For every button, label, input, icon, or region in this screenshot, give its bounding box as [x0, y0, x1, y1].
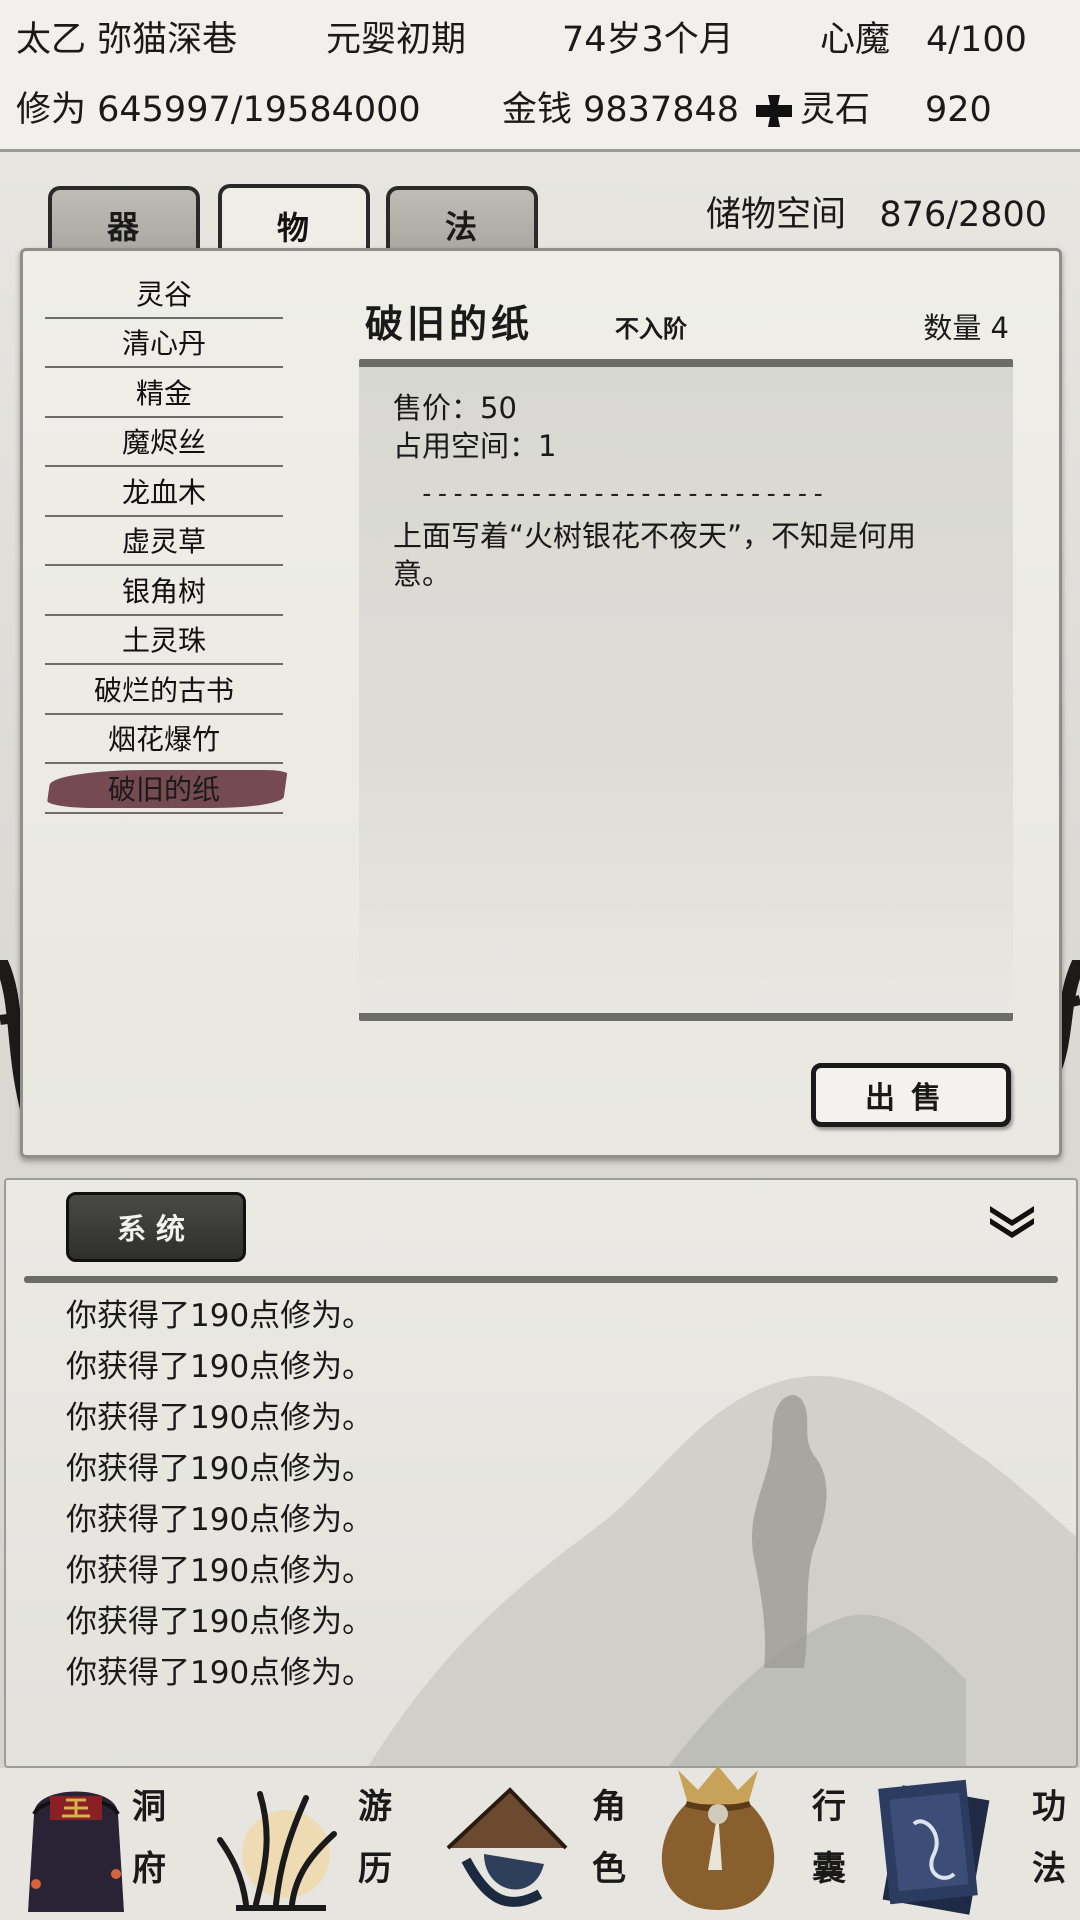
list-item[interactable]: 土灵珠	[45, 616, 283, 665]
log-tab-label: 系统	[116, 1212, 195, 1246]
log-divider	[24, 1276, 1058, 1283]
nav-label: 行	[812, 1787, 846, 1827]
item-name: 破旧的纸	[365, 301, 534, 346]
item-label: 烟花爆竹	[107, 723, 220, 757]
list-item-selected[interactable]: 破旧的纸	[45, 764, 283, 814]
list-item[interactable]: 魔烬丝	[45, 418, 283, 467]
money-text: 金钱 9837848	[502, 90, 740, 130]
list-item[interactable]: 破烂的古书	[45, 665, 283, 715]
spirit-stone-icon	[756, 95, 792, 127]
nav-label: 囊	[812, 1849, 846, 1889]
item-list: 灵谷 清心丹 精金 魔烬丝 龙血木 虚灵草 银角树 土灵珠 破烂的古书 烟花爆竹…	[45, 269, 283, 814]
list-item[interactable]: 清心丹	[45, 319, 283, 368]
character-icon	[446, 1787, 568, 1907]
list-item[interactable]: 银角树	[45, 566, 283, 616]
nav-label: 游	[358, 1787, 392, 1827]
demon-label: 心魔	[820, 20, 891, 60]
collapse-icon[interactable]	[988, 1202, 1036, 1240]
item-quantity: 数量 4	[923, 311, 1009, 345]
item-label: 灵谷	[135, 277, 192, 311]
item-price: 售价：50	[393, 391, 517, 425]
item-label: 虚灵草	[121, 525, 206, 559]
separator-line: --------------------------	[419, 479, 826, 509]
inventory-panel: 灵谷 清心丹 精金 魔烬丝 龙血木 虚灵草 银角树 土灵珠 破烂的古书 烟花爆竹…	[20, 248, 1062, 1158]
log-message: 你获得了190点修为。	[66, 1349, 374, 1385]
list-item[interactable]: 虚灵草	[45, 517, 283, 566]
mountain-figure-background	[368, 1376, 1076, 1766]
player-name: 太乙 弥猫深巷	[16, 20, 238, 60]
item-label: 破烂的古书	[93, 673, 234, 707]
tab-label: 法	[444, 208, 479, 246]
status-bar: 太乙 弥猫深巷 元婴初期 74岁3个月 心魔 4/100 修为 645997/1…	[0, 0, 1080, 152]
item-label: 龙血木	[121, 475, 206, 509]
item-label: 土灵珠	[121, 624, 206, 658]
nav-label: 色	[592, 1849, 626, 1889]
log-message: 你获得了190点修为。	[66, 1655, 374, 1691]
nav-label: 法	[1032, 1849, 1066, 1889]
item-label: 精金	[135, 376, 192, 410]
age-text: 74岁3个月	[562, 20, 734, 60]
item-label: 清心丹	[121, 327, 206, 361]
nav-label: 角	[592, 1787, 626, 1827]
tab-label: 器	[106, 208, 141, 246]
item-label: 魔烬丝	[121, 426, 206, 460]
item-label: 银角树	[121, 574, 206, 608]
sell-label: 出售	[865, 1081, 957, 1116]
storage-label: 储物空间	[706, 195, 847, 235]
bag-icon	[661, 1766, 775, 1910]
log-message: 你获得了190点修为。	[66, 1553, 374, 1589]
sell-button[interactable]: 出售	[811, 1063, 1011, 1127]
item-grade: 不入阶	[615, 314, 687, 343]
list-item[interactable]: 烟花爆竹	[45, 715, 283, 764]
nav-label: 府	[132, 1849, 166, 1889]
log-message: 你获得了190点修为。	[66, 1400, 374, 1436]
bottom-navigation: 洞 府 游 历 角 色 行 囊 功 法	[0, 1766, 1080, 1920]
list-item[interactable]: 龙血木	[45, 467, 283, 517]
message-log: 系统 你获得了190点修为。 你获得了190点修为。 你获得了190点修为。 你…	[4, 1178, 1078, 1768]
item-description: 上面写着“火树银花不夜天”，不知是何用意。	[393, 519, 917, 591]
log-message: 你获得了190点修为。	[66, 1502, 374, 1538]
travel-icon	[217, 1791, 337, 1911]
spirit-stone-label: 灵石	[800, 90, 871, 130]
list-item[interactable]: 精金	[45, 368, 283, 418]
nav-label: 功	[1032, 1787, 1066, 1827]
log-message: 你获得了190点修为。	[66, 1604, 374, 1640]
tab-system[interactable]: 系统	[66, 1192, 246, 1262]
tab-label: 物	[276, 209, 311, 247]
cultivation-text: 修为 645997/19584000	[16, 90, 421, 130]
item-description-box: 售价：50 占用空间：1 -------------------------- …	[359, 359, 1013, 1021]
manual-icon	[878, 1779, 990, 1915]
list-item[interactable]: 灵谷	[45, 269, 283, 319]
spirit-stone-value: 920	[925, 90, 992, 130]
storage-value: 876/2800	[879, 195, 1048, 235]
item-space: 占用空间：1	[393, 429, 557, 463]
demon-value: 4/100	[926, 20, 1027, 60]
storage-capacity: 储物空间 876/2800	[706, 186, 1047, 237]
log-message: 你获得了190点修为。	[66, 1298, 374, 1334]
cave-mansion-icon	[28, 1791, 124, 1912]
realm-text: 元婴初期	[326, 20, 467, 60]
nav-label: 历	[358, 1849, 392, 1889]
item-label: 破旧的纸	[107, 772, 220, 806]
nav-label: 洞	[132, 1787, 166, 1827]
log-message: 你获得了190点修为。	[66, 1451, 374, 1487]
